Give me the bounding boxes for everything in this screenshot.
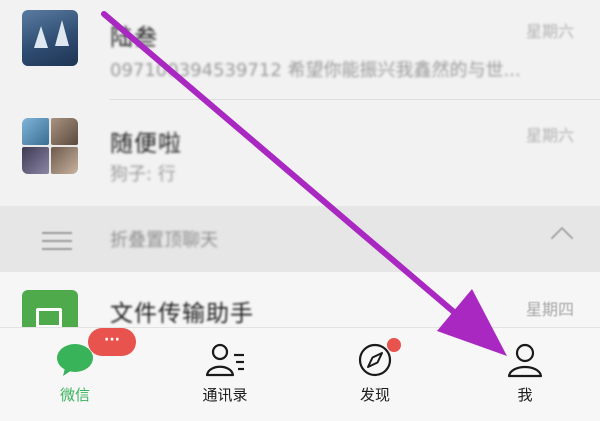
person-icon (507, 343, 543, 378)
new-content-dot (387, 338, 401, 352)
chat-name: 陆叁 (110, 25, 158, 51)
tab-label: 发现 (359, 386, 390, 404)
tab-label: 通讯录 (202, 386, 248, 404)
file-folder-icon (36, 308, 62, 327)
group-avatar-tile (51, 147, 78, 174)
fold-pinned-chats[interactable]: 折叠置顶聊天 (0, 206, 600, 272)
chat-time: 星期六 (525, 126, 574, 145)
chat-time: 星期四 (525, 300, 574, 319)
tab-contacts[interactable]: 通讯录 (150, 328, 300, 421)
fold-list-icon (42, 230, 72, 250)
tab-weixin[interactable]: ··· 微信 (0, 328, 150, 421)
bottom-tab-bar: ··· 微信 通讯录 发现 我 (0, 327, 600, 421)
chat-name: 文件传输助手 (110, 301, 254, 327)
tab-me[interactable]: 我 (450, 328, 600, 421)
sail-shape (34, 26, 48, 48)
chat-name: 随便啦 (110, 131, 182, 157)
chat-item[interactable]: 随便啦 狗子: 行 星期六 (0, 100, 600, 206)
file-transfer-avatar (22, 290, 78, 327)
chat-preview: 狗子: 行 (110, 164, 176, 185)
chat-preview: 0971003945397​12 希望你能振兴我鑫然的与世... (110, 60, 521, 81)
chat-item-file-transfer[interactable]: 文件传输助手 星期四 (0, 272, 600, 327)
tab-label: 微信 (59, 386, 90, 404)
contacts-icon (205, 343, 244, 377)
chat-time: 星期六 (525, 22, 574, 41)
group-avatar-tile (22, 147, 49, 174)
sail-shape (55, 20, 69, 46)
chat-list: 陆叁 0971003945397​12 希望你能振兴我鑫然的与世... 星期六 … (0, 0, 600, 327)
group-avatar-tile (22, 118, 49, 145)
chat-item[interactable]: 陆叁 0971003945397​12 希望你能振兴我鑫然的与世... 星期六 (0, 0, 600, 100)
chevron-up-icon[interactable] (550, 226, 574, 250)
group-avatar-tile (51, 118, 78, 145)
tab-label: 我 (517, 386, 533, 404)
chat-avatar (22, 10, 78, 66)
unread-badge: ··· (88, 328, 136, 356)
tab-discover[interactable]: 发现 (300, 328, 450, 421)
fold-label: 折叠置顶聊天 (110, 230, 218, 251)
group-avatar (22, 118, 78, 174)
